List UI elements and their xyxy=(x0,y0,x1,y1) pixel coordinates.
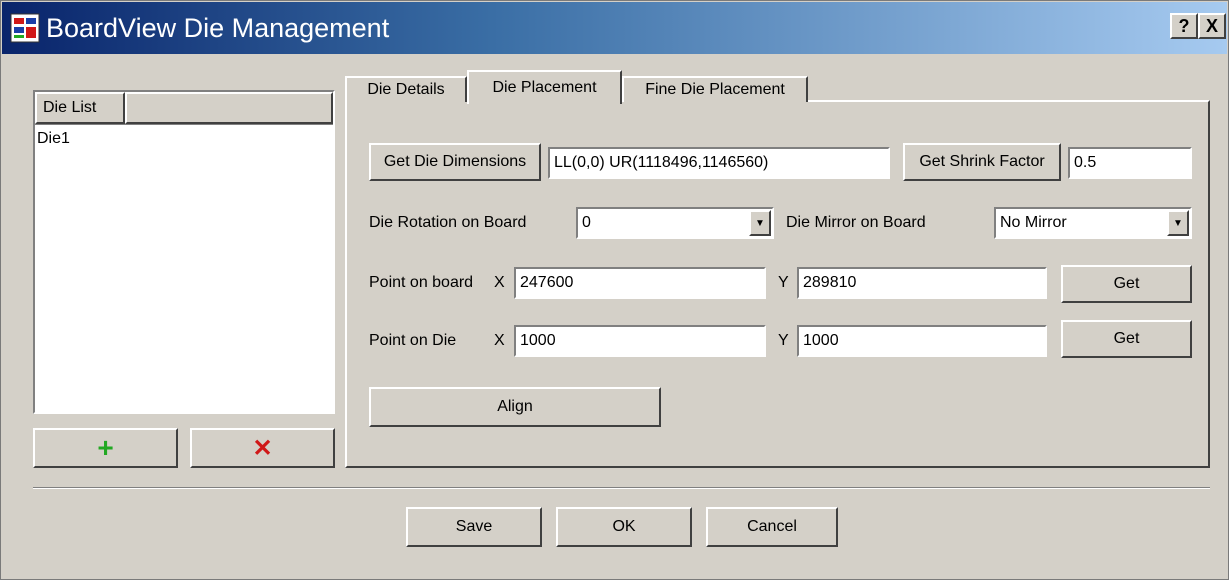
delete-icon: ✕ xyxy=(252,434,273,462)
tab-fine-die-placement[interactable]: Fine Die Placement xyxy=(622,76,808,102)
shrink-factor-field[interactable]: 0.5 xyxy=(1068,147,1192,179)
ok-button[interactable]: OK xyxy=(556,507,692,547)
die-list[interactable]: Die List Die1 xyxy=(33,90,335,414)
add-die-button[interactable]: + xyxy=(33,428,178,468)
die-dimensions-field[interactable]: LL(0,0) UR(1118496,1146560) xyxy=(548,147,890,179)
chevron-down-icon[interactable]: ▼ xyxy=(1167,210,1189,236)
align-button[interactable]: Align xyxy=(369,387,661,427)
die-x-label: X xyxy=(494,332,505,349)
die-y-label: Y xyxy=(778,332,789,349)
help-button[interactable]: ? xyxy=(1170,13,1198,39)
get-shrink-factor-button[interactable]: Get Shrink Factor xyxy=(903,143,1061,181)
get-board-point-button[interactable]: Get xyxy=(1061,265,1192,303)
die-x-field[interactable]: 1000 xyxy=(514,325,766,357)
die-rotation-select[interactable]: 0 ▼ xyxy=(576,207,774,239)
board-x-field[interactable]: 247600 xyxy=(514,267,766,299)
die-list-column-header[interactable]: Die List xyxy=(35,92,125,124)
die-mirror-select[interactable]: No Mirror ▼ xyxy=(994,207,1192,239)
die-list-header: Die List xyxy=(35,92,333,125)
remove-die-button[interactable]: ✕ xyxy=(190,428,335,468)
board-x-label: X xyxy=(494,274,505,291)
tab-die-details[interactable]: Die Details xyxy=(345,76,467,102)
board-y-field[interactable]: 289810 xyxy=(797,267,1047,299)
get-die-point-button[interactable]: Get xyxy=(1061,320,1192,358)
point-on-board-label: Point on board xyxy=(369,274,474,291)
die-list-item[interactable]: Die1 xyxy=(37,130,70,148)
close-button[interactable]: X xyxy=(1198,13,1226,39)
board-y-label: Y xyxy=(778,274,789,291)
cancel-button[interactable]: Cancel xyxy=(706,507,838,547)
die-rotation-value: 0 xyxy=(582,214,591,231)
app-icon xyxy=(10,13,40,43)
point-on-die-label: Point on Die xyxy=(369,332,457,349)
chevron-down-icon[interactable]: ▼ xyxy=(749,210,771,236)
title-bar[interactable]: BoardView Die Management xyxy=(2,2,1227,54)
die-mirror-value: No Mirror xyxy=(1000,214,1067,231)
tab-die-placement[interactable]: Die Placement xyxy=(467,70,622,104)
get-die-dimensions-button[interactable]: Get Die Dimensions xyxy=(369,143,541,181)
die-list-empty-column xyxy=(125,92,333,124)
save-button[interactable]: Save xyxy=(406,507,542,547)
die-rotation-label: Die Rotation on Board xyxy=(369,214,527,231)
footer-divider xyxy=(33,487,1210,489)
die-mirror-label: Die Mirror on Board xyxy=(786,214,926,231)
die-y-field[interactable]: 1000 xyxy=(797,325,1047,357)
window-title: BoardView Die Management xyxy=(46,12,390,43)
plus-icon: + xyxy=(97,432,114,463)
